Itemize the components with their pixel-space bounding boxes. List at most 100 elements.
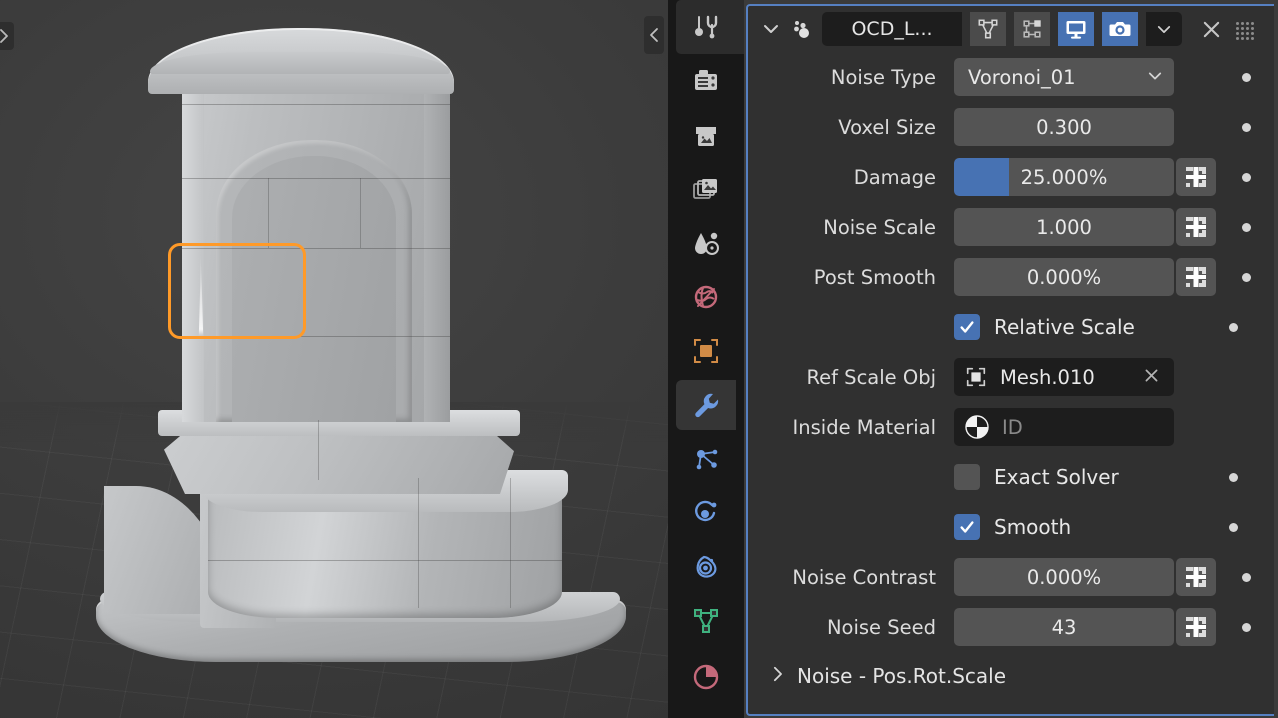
viewport-3d[interactable] <box>0 0 668 718</box>
row-exact-solver: Exact Solver <box>748 452 1274 502</box>
sidebar-item-world[interactable] <box>668 270 744 324</box>
scene-cone-icon <box>695 232 719 255</box>
row-voxel-size: Voxel Size 0.300 <box>748 102 1274 152</box>
noise-scale-input[interactable]: 1.000 <box>954 208 1174 246</box>
sidebar-item-particles[interactable] <box>668 432 744 486</box>
row-ref-scale-obj: Ref Scale Obj Mesh.010 <box>748 352 1274 402</box>
sidebar-item-tool[interactable] <box>668 0 744 54</box>
decorator-noise-scale[interactable] <box>1242 222 1251 232</box>
check-icon <box>960 321 974 333</box>
show-in-viewport-toggle[interactable] <box>1058 12 1094 46</box>
sidebar-item-modifiers[interactable] <box>668 378 744 432</box>
sidebar-item-object[interactable] <box>668 324 744 378</box>
sidebar-item-output[interactable] <box>668 108 744 162</box>
damage-value: 25.000% <box>1020 165 1108 189</box>
damage-slider-fill <box>954 158 1009 196</box>
decorator-post-smooth[interactable] <box>1242 272 1251 282</box>
check-icon <box>960 521 974 533</box>
library-override-icon <box>1186 617 1206 637</box>
chevron-down-icon <box>1148 70 1162 85</box>
wrench-icon <box>695 393 719 418</box>
noise-contrast-input[interactable]: 0.000% <box>954 558 1174 596</box>
properties-editor: OCD_L... Noise Type Voronoi_01 Voxel Siz… <box>746 4 1274 716</box>
label-noise-seed: Noise Seed <box>826 615 936 639</box>
show-in-edit-mode-toggle[interactable] <box>1014 12 1050 46</box>
label-noise-scale: Noise Scale <box>823 215 936 239</box>
show-in-edit-mode-cage-toggle[interactable] <box>970 12 1006 46</box>
modifier-expand-toggle[interactable] <box>762 20 780 38</box>
damage-library-override-button[interactable] <box>1176 158 1216 196</box>
viewport-left-sidebar-toggle[interactable] <box>0 22 14 50</box>
relative-scale-checkbox[interactable] <box>954 314 980 340</box>
ref-scale-obj-value: Mesh.010 <box>1000 365 1095 389</box>
sidebar-item-physics[interactable] <box>668 486 744 540</box>
edit-mode-icon <box>1023 20 1041 38</box>
mortar-line <box>182 336 450 337</box>
post-smooth-value: 0.000% <box>1026 265 1102 289</box>
damage-slider[interactable]: 25.000% <box>954 158 1174 196</box>
model-cornice-lip <box>150 52 450 74</box>
modifier-drag-handle[interactable] <box>1236 22 1256 40</box>
label-inside-material: Inside Material <box>792 415 936 439</box>
inside-material-placeholder: ID <box>1002 415 1023 439</box>
noise-contrast-library-override-button[interactable] <box>1176 558 1216 596</box>
noise-scale-library-override-button[interactable] <box>1176 208 1216 246</box>
decorator-smooth[interactable] <box>1229 522 1238 532</box>
noise-seed-input[interactable]: 43 <box>954 608 1174 646</box>
noise-contrast-value: 0.000% <box>1026 565 1102 589</box>
ref-scale-obj-input[interactable]: Mesh.010 <box>954 358 1174 396</box>
properties-tab-strip[interactable] <box>668 0 744 718</box>
decorator-noise-contrast[interactable] <box>1242 572 1251 582</box>
sidebar-item-render[interactable] <box>668 54 744 108</box>
mesh-data-triangle-icon <box>694 609 718 633</box>
decorator-relative-scale[interactable] <box>1229 322 1238 332</box>
close-x-icon <box>1145 369 1158 382</box>
subpanel-label: Noise - Pos.Rot.Scale <box>797 664 1007 688</box>
sidebar-item-scene[interactable] <box>668 216 744 270</box>
mortar-line <box>510 478 511 608</box>
mortar-line <box>360 178 361 248</box>
viewport-right-sidebar-toggle[interactable] <box>644 16 664 54</box>
decorator-voxel-size[interactable] <box>1242 122 1251 132</box>
modifier-type-icon-wrap <box>788 16 814 42</box>
object-outline-icon <box>966 367 986 387</box>
blender-window: OCD_L... Noise Type Voronoi_01 Voxel Siz… <box>0 0 1278 718</box>
decorator-noise-type[interactable] <box>1242 72 1251 82</box>
library-override-icon <box>1186 167 1206 187</box>
subpanel-noise-pos-rot-scale[interactable]: Noise - Pos.Rot.Scale <box>748 652 1274 700</box>
smooth-checkbox[interactable] <box>954 514 980 540</box>
modifier-name-input[interactable]: OCD_L... <box>822 12 962 46</box>
voxel-size-input[interactable]: 0.300 <box>954 108 1174 146</box>
library-override-icon <box>1186 217 1206 237</box>
sidebar-item-constraints[interactable] <box>668 540 744 594</box>
camera-icon <box>1109 22 1131 36</box>
decorator-noise-seed[interactable] <box>1242 622 1251 632</box>
close-x-icon <box>1203 21 1219 37</box>
sidebar-item-data[interactable] <box>668 594 744 648</box>
row-smooth: Smooth <box>748 502 1274 552</box>
show-in-render-toggle[interactable] <box>1102 12 1138 46</box>
noise-type-value: Voronoi_01 <box>968 65 1076 89</box>
row-inside-material: Inside Material ID <box>748 402 1274 452</box>
label-exact-solver: Exact Solver <box>994 465 1119 489</box>
mortar-line <box>208 560 562 561</box>
sidebar-item-material[interactable] <box>668 648 744 702</box>
sidebar-item-view-layer[interactable] <box>668 162 744 216</box>
mortar-line <box>418 478 419 608</box>
mortar-line <box>182 248 450 249</box>
modifier-extras-dropdown[interactable] <box>1146 12 1182 46</box>
modifier-close-button[interactable] <box>1196 12 1226 46</box>
ref-scale-obj-clear-button[interactable] <box>1143 365 1160 389</box>
decorator-exact-solver[interactable] <box>1229 472 1238 482</box>
world-globe-icon <box>694 285 718 309</box>
library-override-icon <box>1186 567 1206 587</box>
post-smooth-library-override-button[interactable] <box>1176 258 1216 296</box>
noise-seed-library-override-button[interactable] <box>1176 608 1216 646</box>
decorator-damage[interactable] <box>1242 172 1251 182</box>
physics-orbit-icon <box>695 500 717 522</box>
post-smooth-input[interactable]: 0.000% <box>954 258 1174 296</box>
constraint-icon <box>696 555 717 578</box>
noise-type-dropdown[interactable]: Voronoi_01 <box>954 58 1174 96</box>
exact-solver-checkbox[interactable] <box>954 464 980 490</box>
inside-material-input[interactable]: ID <box>954 408 1174 446</box>
